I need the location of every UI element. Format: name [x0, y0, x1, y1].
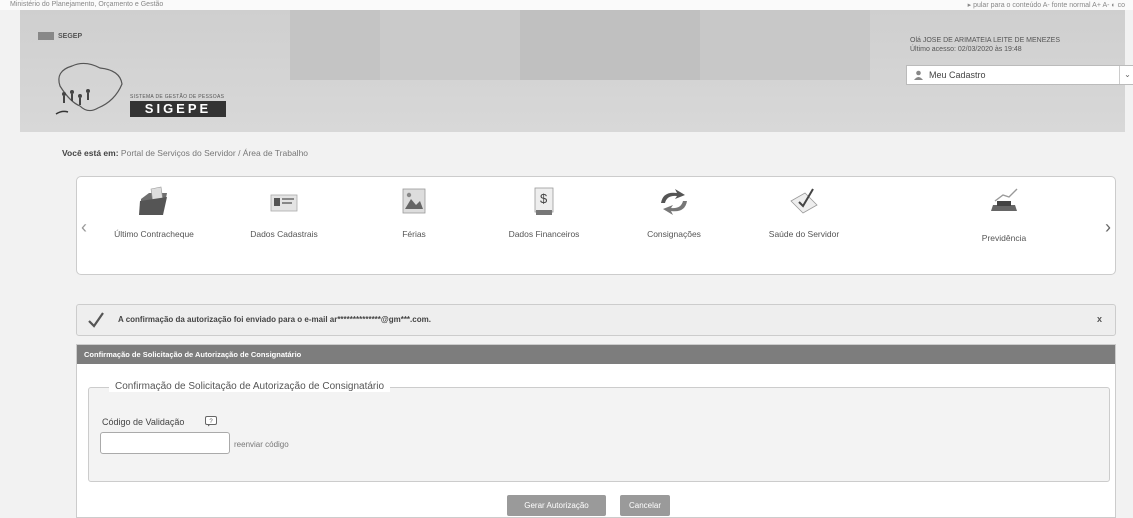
cancel-button[interactable]: Cancelar — [620, 495, 670, 516]
consignment-panel: Confirmação de Solicitação de Autorizaçã… — [76, 344, 1116, 518]
svg-text:$: $ — [540, 191, 548, 206]
accessibility-links[interactable]: ▸ pular para o conteúdo A- fonte normal … — [968, 1, 1125, 9]
success-alert: A confirmação da autorização foi enviado… — [76, 304, 1116, 336]
system-subtitle: SISTEMA DE GESTÃO DE PESSOAS — [130, 94, 225, 100]
header-decoration — [290, 10, 380, 80]
user-icon — [914, 70, 923, 80]
service-item-previdencia[interactable]: Previdência — [939, 177, 1069, 276]
breadcrumb-path[interactable]: Portal de Serviços do Servidor / Área de… — [121, 148, 308, 158]
service-item-ferias[interactable]: Férias — [349, 177, 479, 276]
header-decoration — [520, 10, 700, 80]
validation-fieldset: Confirmação de Solicitação de Autorizaçã… — [88, 381, 1110, 482]
chart-up-icon — [991, 188, 1018, 211]
beach-photo-icon — [402, 188, 426, 214]
service-item-dados-financeiros[interactable]: $ Dados Financeiros — [479, 177, 609, 276]
resend-code-link[interactable]: reenviar código — [234, 440, 289, 449]
header-decoration — [700, 10, 870, 80]
arrows-cycle-icon — [661, 189, 687, 215]
validation-code-input[interactable] — [100, 432, 230, 454]
folder-icon — [139, 186, 167, 215]
carousel-prev-icon[interactable]: ‹ — [81, 217, 87, 238]
user-greeting: Olá JOSE DE ARIMATEIA LEITE DE MENEZES — [910, 37, 1061, 44]
money-document-icon: $ — [534, 187, 554, 215]
help-icon[interactable]: ? — [205, 416, 217, 427]
breadcrumb-prefix: Você está em: — [62, 148, 119, 158]
segep-logo: SEGEP — [38, 32, 82, 40]
validation-code-label: Código de Validação — [102, 417, 185, 427]
user-info: Olá JOSE DE ARIMATEIA LEITE DE MENEZES Ú… — [910, 36, 1060, 54]
services-carousel: ‹ Último Contracheque Dados Cadastrais F… — [76, 176, 1116, 275]
service-item-dados-cadastrais[interactable]: Dados Cadastrais — [219, 177, 349, 276]
health-check-icon — [790, 188, 818, 214]
chevron-down-icon[interactable]: ⌄ — [1119, 66, 1133, 84]
last-access: Último acesso: 02/03/2020 às 19:48 — [910, 46, 1022, 53]
check-icon — [88, 312, 104, 328]
brazil-map-icon — [55, 62, 123, 115]
id-card-icon — [270, 194, 298, 212]
header-decoration — [380, 10, 520, 80]
site-header: SEGEP SISTEMA DE GESTÃO DE PESSOAS SIGEP… — [20, 10, 1133, 132]
service-item-saude[interactable]: Saúde do Servidor — [739, 177, 869, 276]
top-utility-bar: Ministério do Planejamento, Orçamento e … — [0, 0, 1133, 10]
ministry-label: Ministério do Planejamento, Orçamento e … — [10, 1, 164, 8]
close-icon[interactable]: x — [1097, 314, 1102, 324]
sigepe-logo: SIGEPE — [130, 101, 226, 117]
alert-message: A confirmação da autorização foi enviado… — [118, 315, 431, 324]
generate-authorization-button[interactable]: Gerar Autorização — [507, 495, 606, 516]
carousel-next-icon[interactable]: › — [1105, 217, 1111, 238]
profile-select[interactable]: Meu Cadastro ⌄ — [906, 65, 1133, 85]
service-item-consignacoes[interactable]: Consignações — [609, 177, 739, 276]
panel-title: Confirmação de Solicitação de Autorizaçã… — [77, 345, 1115, 364]
service-item-contracheque[interactable]: Último Contracheque — [89, 177, 219, 276]
fieldset-legend: Confirmação de Solicitação de Autorizaçã… — [109, 381, 391, 392]
breadcrumb: Você está em: Portal de Serviços do Serv… — [62, 148, 308, 158]
profile-select-value: Meu Cadastro — [929, 70, 986, 80]
